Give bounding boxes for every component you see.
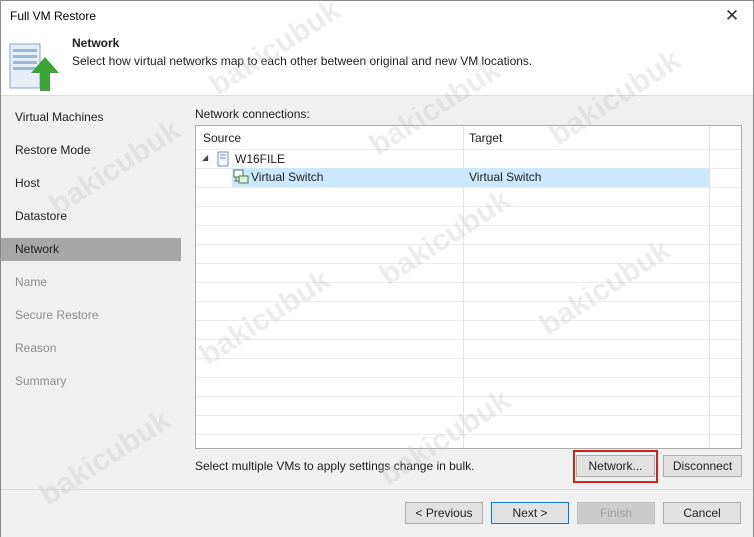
row-source: Virtual Switch (251, 170, 324, 184)
network-mapping-table[interactable]: Source Target ◢ W16FILE Virtual Switch V… (195, 125, 742, 449)
wizard-header: Network Select how virtual networks map … (1, 31, 753, 96)
table-row[interactable]: Virtual Switch Virtual Switch (232, 168, 709, 187)
cancel-button[interactable]: Cancel (663, 502, 741, 524)
step-summary: Summary (15, 374, 67, 388)
finish-button: Finish (577, 502, 655, 524)
wizard-steps: Virtual Machines Restore Mode Host Datas… (1, 96, 181, 489)
column-header-target[interactable]: Target (469, 131, 502, 145)
page-description: Select how virtual networks map to each … (72, 54, 533, 68)
step-secure-restore: Secure Restore (15, 308, 99, 322)
vm-icon (217, 151, 229, 167)
virtual-switch-icon (233, 169, 249, 184)
close-icon[interactable]: ✕ (719, 3, 745, 29)
restore-arrow-icon (9, 43, 59, 91)
disconnect-button[interactable]: Disconnect (663, 455, 742, 477)
step-host[interactable]: Host (1, 172, 181, 195)
step-network[interactable]: Network (1, 238, 181, 261)
previous-button[interactable]: < Previous (405, 502, 483, 524)
tree-node-vm[interactable]: ◢ W16FILE (202, 151, 402, 168)
step-name: Name (15, 275, 48, 289)
restore-wizard-window: Full VM Restore ✕ Network Select how vir… (0, 0, 754, 537)
step-restore-mode[interactable]: Restore Mode (1, 139, 181, 162)
window-title: Full VM Restore (10, 9, 97, 23)
step-reason: Reason (15, 341, 57, 355)
next-button[interactable]: Next > (491, 502, 569, 524)
bulk-hint-text: Select multiple VMs to apply settings ch… (195, 459, 475, 473)
column-header-source[interactable]: Source (203, 131, 241, 145)
step-datastore[interactable]: Datastore (1, 205, 181, 228)
highlight-frame (573, 450, 658, 483)
expand-arrow-icon[interactable]: ◢ (202, 153, 208, 162)
row-target: Virtual Switch (469, 170, 542, 184)
page-title: Network (72, 36, 120, 50)
vm-name: W16FILE (235, 152, 286, 166)
step-virtual-machines[interactable]: Virtual Machines (1, 106, 181, 129)
network-connections-label: Network connections: (195, 107, 310, 121)
title-bar: Full VM Restore ✕ (1, 1, 753, 31)
